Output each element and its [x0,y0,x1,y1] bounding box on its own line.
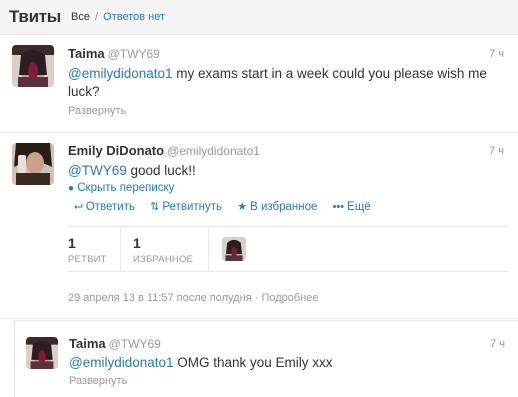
tweet-time[interactable]: 7 ч [490,338,505,350]
more-label[interactable]: Ещё [347,201,371,213]
avatar[interactable] [12,143,54,185]
filter-no-replies[interactable]: Ответов нет [103,11,165,23]
tweet-actions: ⮠ Ответить ⇅ Ретвитнуть ★ В избранное ••• Ещ… [74,200,383,214]
author-handle[interactable]: @TWY69 [108,47,160,61]
avatar[interactable] [12,45,54,87]
tweet-text: @emilydidonato1 my exams start in a week… [68,65,508,101]
retweets-count[interactable]: 1 [68,235,107,251]
tweet-text: @TWY69 good luck!! [68,162,196,180]
tweet-text: @emilydidonato1 OMG thank you Emily xxx [69,354,333,372]
favorites-count[interactable]: 1 [133,235,193,251]
author-handle[interactable]: @emilydidonato1 [167,144,260,158]
stat-divider [208,227,209,271]
tweet-timestamp: 29 апреля 13 в 11:57 после полудня [68,292,252,304]
mention-link[interactable]: @TWY69 [68,163,127,178]
mention-link[interactable]: @emilydidonato1 [68,66,173,81]
reply-label[interactable]: Ответить [86,201,135,213]
tweet-taima-1[interactable]: Taima @TWY69 7 ч @emilydidonato1 my exams… [0,35,518,132]
tweet-time[interactable]: 7 ч [489,48,504,60]
timeline-header: Твиты Все / Ответов нет [0,0,518,35]
favoriter-avatar[interactable] [222,237,246,261]
hide-conversation-link[interactable]: ● Скрыть переписку [68,182,174,194]
tweet-taima-2[interactable]: Taima @TWY69 7 ч @emilydidonato1 OMG than… [14,320,518,397]
divider [0,318,518,319]
mention-link[interactable]: @emilydidonato1 [69,355,174,370]
retweet-button[interactable]: ⇅ Ретвитнуть [150,201,222,213]
retweet-icon: ⇅ [150,201,160,213]
meta-separator: · [254,292,259,304]
page-title: Твиты [9,7,61,26]
retweets-stat[interactable]: 1 РЕТВИТ [68,235,107,265]
stat-divider [120,227,121,271]
retweet-label[interactable]: Ретвитнуть [162,201,222,213]
reply-arrow-icon: ⮠ [74,201,83,213]
author-name[interactable]: Emily DiDonato @emilydidonato1 [68,143,260,158]
tweet-stats: 1 РЕТВИТ 1 ИЗБРАННОЕ [68,226,508,272]
more-button[interactable]: ••• Ещё [333,201,371,213]
filter-all[interactable]: Все [71,11,90,23]
author-display-name[interactable]: Taima [69,336,106,351]
favorite-label[interactable]: В избранное [250,201,317,213]
tweet-time[interactable]: 7 ч [489,145,504,157]
speech-bubble-icon: ● [68,183,75,194]
reply-button[interactable]: ⮠ Ответить [74,201,135,213]
expand-link[interactable]: Развернуть [68,105,126,117]
expand-link[interactable]: Развернуть [69,375,127,387]
tweet-meta: 29 апреля 13 в 11:57 после полудня · Под… [68,292,318,304]
author-display-name[interactable]: Taima [68,46,105,61]
author-name[interactable]: Taima @TWY69 [69,336,161,351]
retweets-label[interactable]: РЕТВИТ [68,254,107,265]
favorite-button[interactable]: ★ В избранное [237,201,317,213]
tweet-body: OMG thank you Emily xxx [173,355,333,370]
ellipsis-icon: ••• [332,201,345,213]
favorites-stat[interactable]: 1 ИЗБРАННОЕ [133,235,193,265]
author-name[interactable]: Taima @TWY69 [68,46,160,61]
avatar[interactable] [26,337,58,369]
favorites-label[interactable]: ИЗБРАННОЕ [133,254,193,265]
author-display-name[interactable]: Emily DiDonato [68,143,164,158]
details-link[interactable]: Подробнее [261,292,318,304]
star-icon: ★ [237,201,248,213]
hide-conversation-label[interactable]: Скрыть переписку [77,182,174,194]
timeline-filters: Все / Ответов нет [71,11,165,23]
filter-separator: / [95,11,99,23]
author-handle[interactable]: @TWY69 [109,337,161,351]
tweet-body: good luck!! [126,163,196,178]
